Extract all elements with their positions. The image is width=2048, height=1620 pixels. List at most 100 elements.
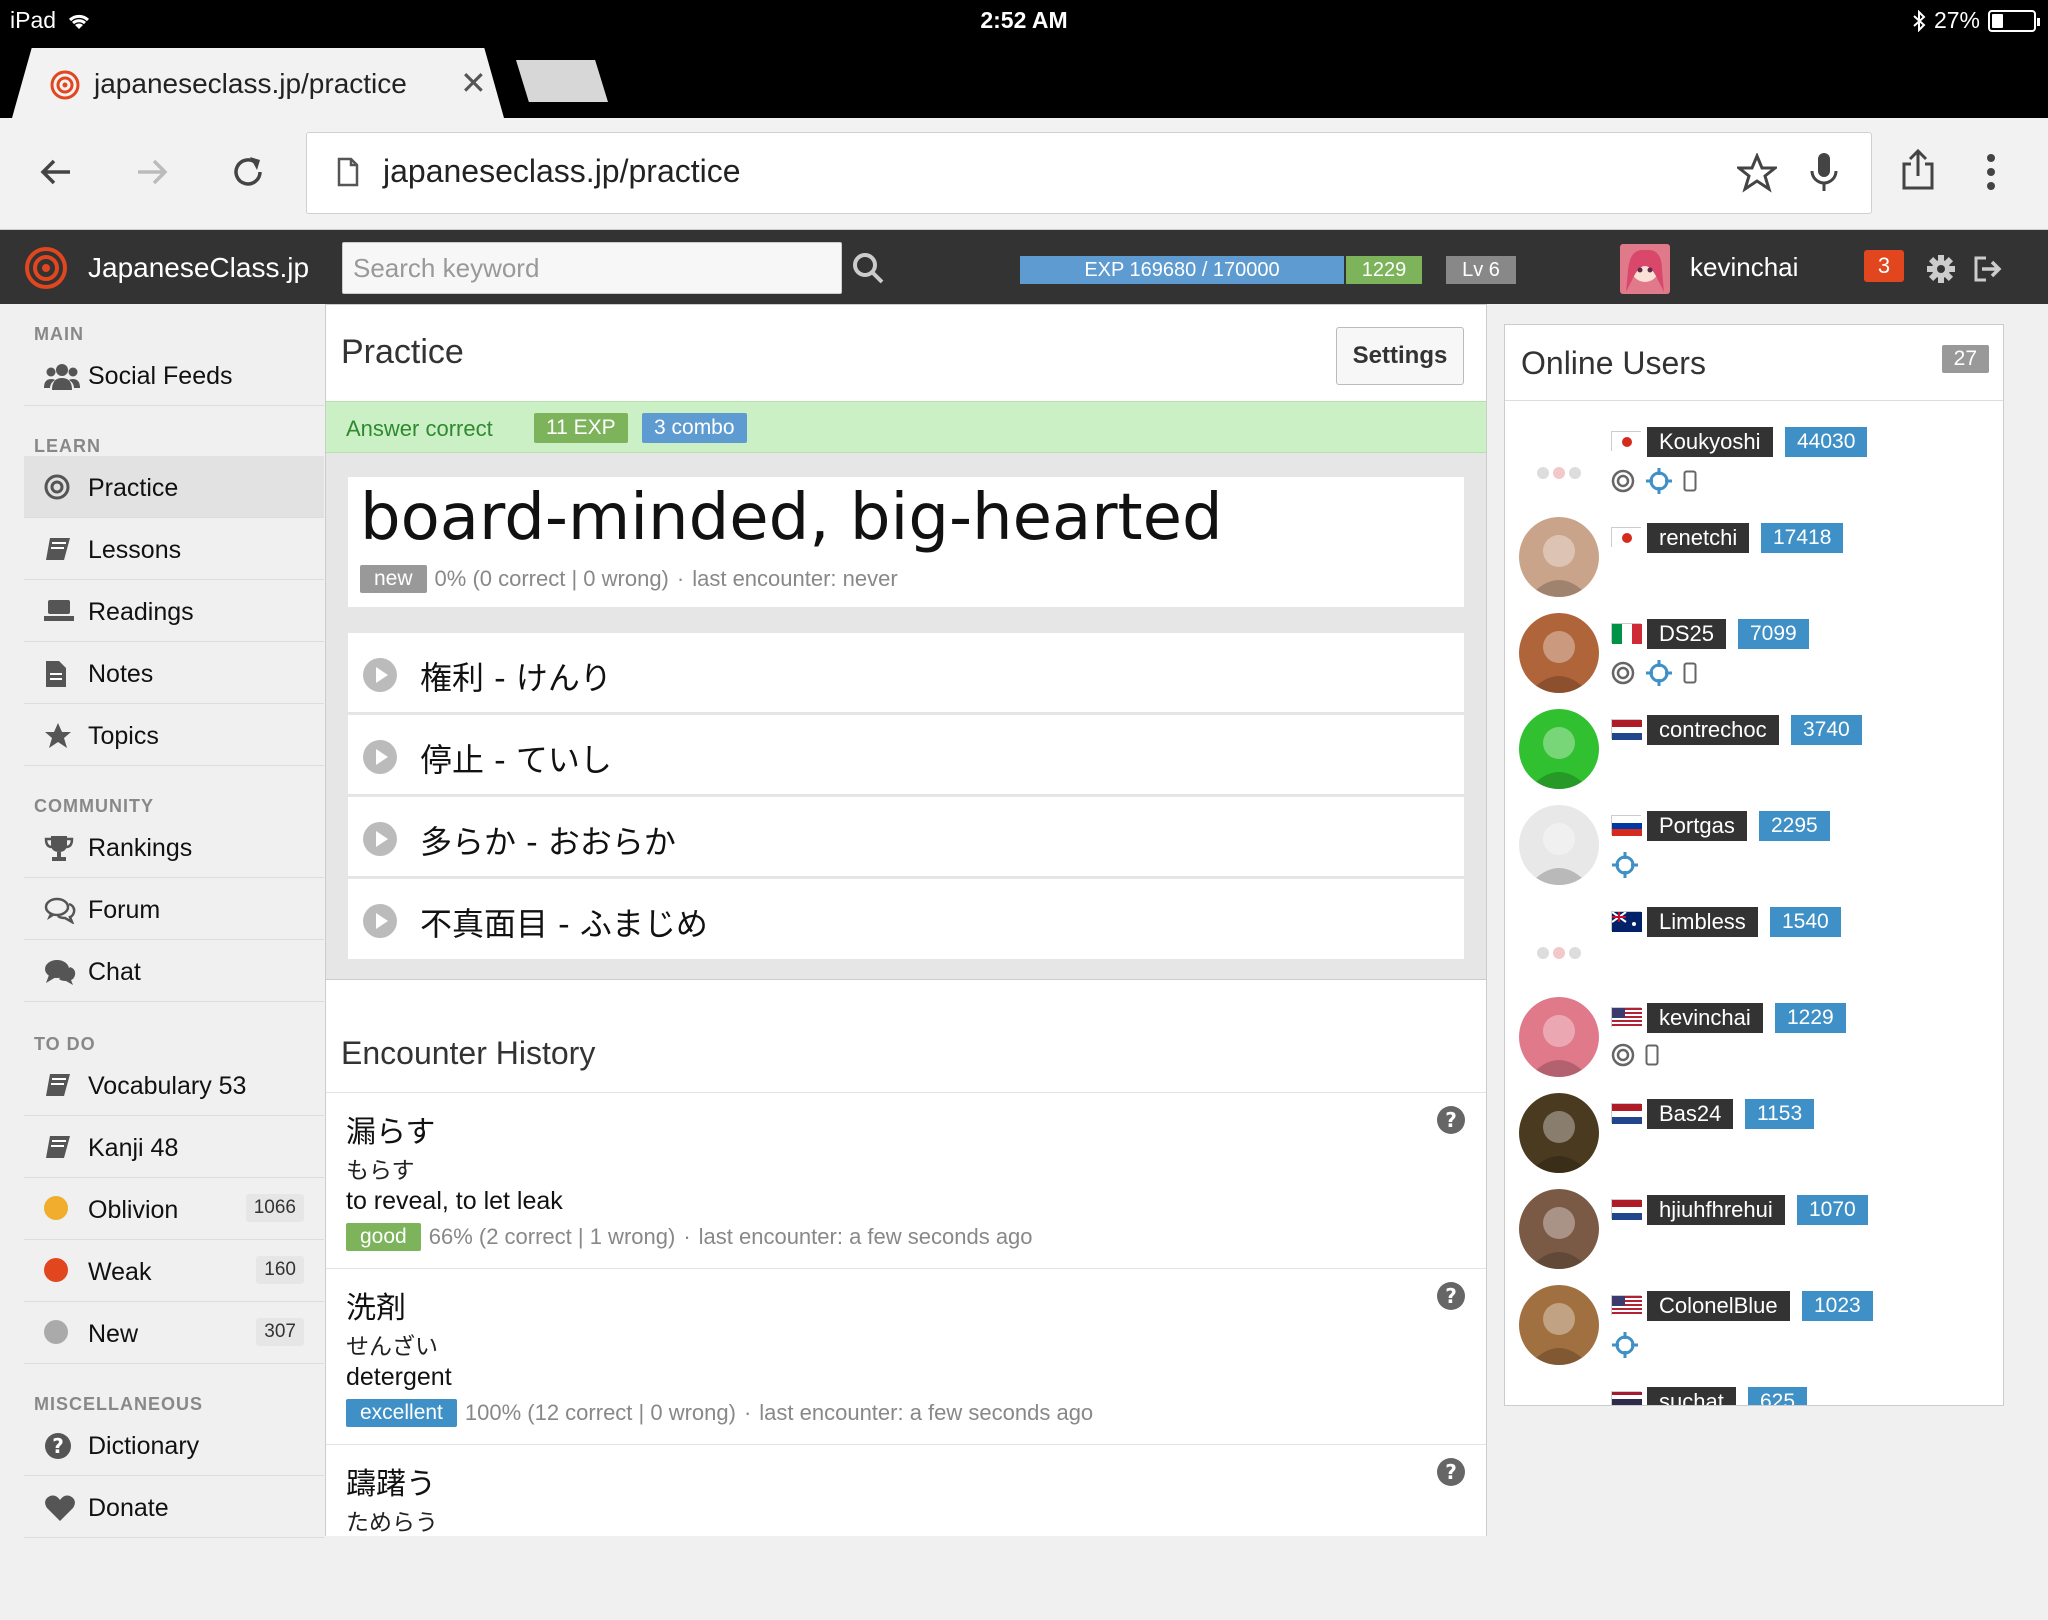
forward-icon[interactable] [132, 152, 172, 192]
online-username[interactable]: suchat [1647, 1387, 1736, 1405]
online-user-row[interactable]: Koukyoshi 44030 [1505, 421, 2003, 517]
sidebar-item-notes[interactable]: Notes [24, 642, 324, 704]
sidebar-item-weak[interactable]: Weak 160 [24, 1240, 324, 1302]
site-logo-icon[interactable] [24, 246, 68, 290]
trophy-icon [44, 834, 74, 862]
avatar[interactable] [1519, 1381, 1599, 1405]
sidebar-item-social-feeds[interactable]: Social Feeds [24, 344, 324, 406]
sidebar-item-rankings[interactable]: Rankings [24, 816, 324, 878]
status-badge: excellent [346, 1399, 457, 1427]
settings-button[interactable]: Settings [1336, 327, 1464, 385]
sidebar-item-practice[interactable]: Practice [24, 456, 324, 518]
history-reading: もらす [346, 1158, 415, 1184]
help-icon[interactable]: ? [1436, 1105, 1466, 1135]
play-audio-icon[interactable] [362, 821, 398, 857]
bookmark-star-icon[interactable] [1737, 153, 1777, 193]
new-tab-button[interactable] [516, 60, 608, 102]
avatar[interactable] [1519, 1285, 1599, 1365]
online-user-row[interactable]: renetchi 17418 [1505, 517, 2003, 613]
sidebar-item-oblivion[interactable]: Oblivion 1066 [24, 1178, 324, 1240]
help-icon[interactable]: ? [1436, 1457, 1466, 1487]
online-username[interactable]: Portgas [1647, 811, 1747, 841]
avatar[interactable] [1519, 901, 1599, 981]
online-user-row[interactable]: suchat 625 [1505, 1381, 2003, 1405]
answer-option[interactable]: 不真面目 - ふまじめ [348, 879, 1464, 959]
microphone-icon[interactable] [1809, 151, 1839, 195]
back-icon[interactable] [36, 152, 76, 192]
sidebar-item-topics[interactable]: Topics [24, 704, 324, 766]
online-username[interactable]: contrechoc [1647, 715, 1779, 745]
gear-icon[interactable] [1926, 254, 1956, 284]
username[interactable]: kevinchai [1690, 252, 1798, 283]
online-username[interactable]: Bas24 [1647, 1099, 1734, 1129]
play-audio-icon[interactable] [362, 903, 398, 939]
sidebar-item-label: Vocabulary 53 [88, 1072, 247, 1100]
exp-gain-badge: 11 EXP [534, 413, 628, 443]
sidebar-section-misc: MISCELLANEOUS [34, 1394, 204, 1414]
online-user-row[interactable]: Bas24 1153 [1505, 1093, 2003, 1189]
sidebar-item-vocabulary[interactable]: Vocabulary 53 [24, 1054, 324, 1116]
online-username[interactable]: DS25 [1647, 619, 1727, 649]
history-item: 躊躇う ためらう ? [326, 1444, 1486, 1620]
sidebar-item-new[interactable]: New 307 [24, 1302, 324, 1364]
section-title: Online Users [1521, 345, 1706, 381]
online-username[interactable]: Koukyoshi [1647, 427, 1773, 457]
sidebar-item-kanji[interactable]: Kanji 48 [24, 1116, 324, 1178]
avatar[interactable] [1519, 709, 1599, 789]
online-user-row[interactable]: kevinchai 1229 [1505, 997, 2003, 1093]
sidebar-item-lessons[interactable]: Lessons [24, 518, 324, 580]
answer-option[interactable]: 権利 - けんり [348, 633, 1464, 713]
sidebar-item-label: Rankings [88, 834, 193, 862]
flag-nl-icon [1611, 719, 1642, 740]
online-user-row[interactable]: Portgas 2295 [1505, 805, 2003, 901]
avatar[interactable] [1519, 1189, 1599, 1269]
online-user-row[interactable]: Limbless 1540 [1505, 901, 2003, 997]
share-icon[interactable] [1900, 148, 1936, 192]
online-username[interactable]: kevinchai [1647, 1003, 1763, 1033]
site-brand[interactable]: JapaneseClass.jp [88, 252, 309, 284]
sidebar-item-donate[interactable]: Donate [24, 1476, 324, 1538]
reload-icon[interactable] [228, 152, 268, 192]
avatar[interactable] [1519, 613, 1599, 693]
history-stats: 100% (12 correct | 0 wrong) [464, 1400, 736, 1425]
more-menu-icon[interactable] [1986, 154, 1996, 190]
search-input[interactable] [342, 242, 842, 294]
browser-tab-active[interactable]: japaneseclass.jp/practice ✕ [12, 48, 504, 118]
close-tab-icon[interactable]: ✕ [460, 64, 487, 102]
answer-text: 多らか - おおらか [420, 823, 676, 861]
sidebar-item-readings[interactable]: Readings [24, 580, 324, 642]
flag-it-icon [1611, 623, 1642, 644]
online-user-row[interactable]: contrechoc 3740 [1505, 709, 2003, 805]
feedback-text: Answer correct [346, 416, 493, 441]
avatar[interactable] [1519, 517, 1599, 597]
online-user-row[interactable]: hjiuhfhrehui 1070 [1505, 1189, 2003, 1285]
url-text[interactable]: japaneseclass.jp/practice [383, 153, 741, 190]
avatar[interactable] [1519, 421, 1599, 501]
notification-badge[interactable]: 3 [1864, 250, 1904, 282]
play-audio-icon[interactable] [362, 739, 398, 775]
sidebar-item-dictionary[interactable]: ? Dictionary [24, 1414, 324, 1476]
avatar[interactable] [1620, 244, 1670, 294]
flag-nl-icon [1611, 1103, 1642, 1124]
play-audio-icon[interactable] [362, 657, 398, 693]
answer-option[interactable]: 多らか - おおらか [348, 797, 1464, 877]
logout-icon[interactable] [1972, 254, 2002, 284]
address-bar[interactable]: japaneseclass.jp/practice [306, 132, 1872, 214]
answer-option[interactable]: 停止 - ていし [348, 715, 1464, 795]
online-user-row[interactable]: DS25 7099 [1505, 613, 2003, 709]
sidebar-item-chat[interactable]: Chat [24, 940, 324, 1002]
online-username[interactable]: hjiuhfhrehui [1647, 1195, 1785, 1225]
avatar[interactable] [1519, 805, 1599, 885]
online-username[interactable]: ColonelBlue [1647, 1291, 1790, 1321]
search-icon[interactable] [852, 252, 884, 284]
online-username[interactable]: Limbless [1647, 907, 1758, 937]
avatar[interactable] [1519, 1093, 1599, 1173]
online-user-row[interactable]: ColonelBlue 1023 [1505, 1285, 2003, 1381]
sidebar-item-forum[interactable]: Forum [24, 878, 324, 940]
help-icon[interactable]: ? [1436, 1281, 1466, 1311]
online-username[interactable]: renetchi [1647, 523, 1750, 553]
history-kanji: 洗剤 [346, 1291, 406, 1326]
count-badge: 160 [256, 1256, 304, 1284]
book-open-icon [44, 598, 74, 624]
avatar[interactable] [1519, 997, 1599, 1077]
